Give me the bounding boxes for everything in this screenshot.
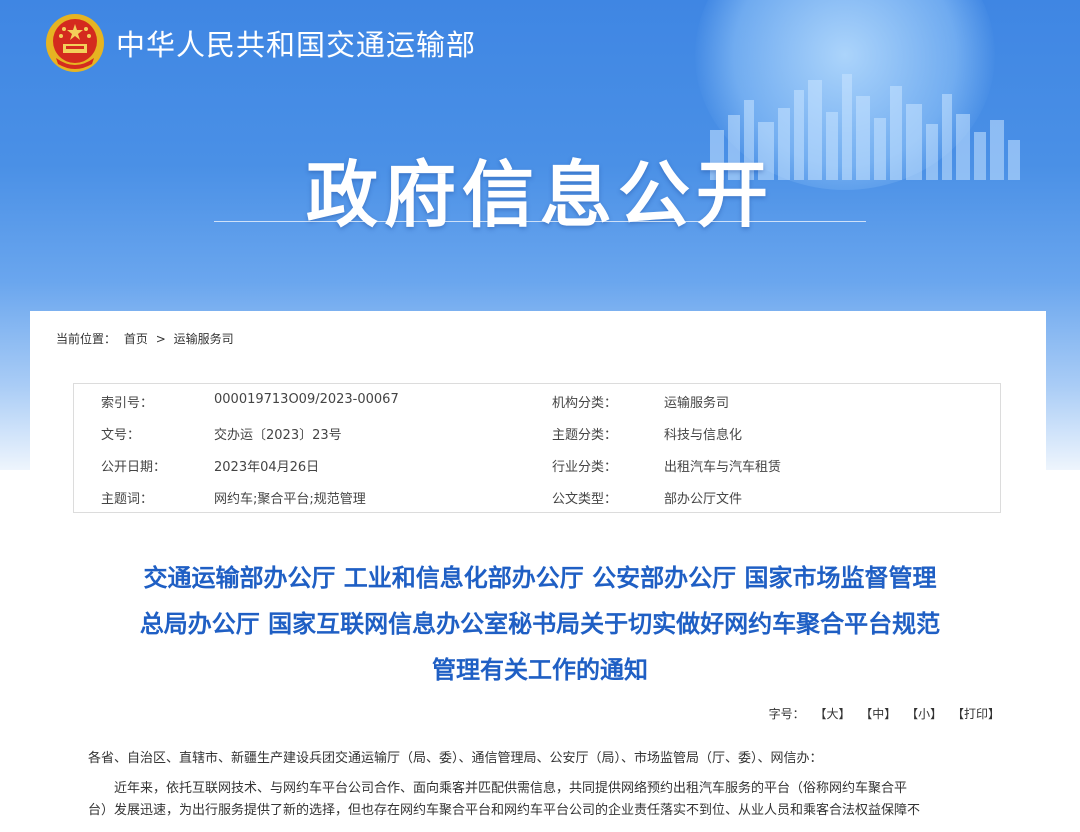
font-size-large-button[interactable]: 【大】 [814, 707, 850, 721]
info-key: 公文类型： [552, 492, 618, 507]
document-title-line: 管理有关工作的通知 [432, 656, 648, 684]
breadcrumb-separator: > [155, 332, 166, 346]
font-size-controls: 字号： 【大】 【中】 【小】 【打印】 [769, 705, 1000, 722]
print-button[interactable]: 【打印】 [952, 707, 1000, 721]
font-size-small-button[interactable]: 【小】 [906, 707, 942, 721]
national-emblem-icon [46, 14, 104, 72]
breadcrumb-home-link[interactable]: 首页 [124, 332, 148, 346]
document-title: 交通运输部办公厅 工业和信息化部办公厅 公安部办公厅 国家市场监督管理 总局办公… [60, 555, 1020, 693]
info-key: 主题分类： [552, 428, 618, 443]
document-title-line: 总局办公厅 国家互联网信息办公室秘书局关于切实做好网约车聚合平台规范 [139, 610, 941, 638]
body-paragraph-line: 台）发展迅速，为出行服务提供了新的选择，但也存在网约车聚合平台和网约车平台公司的… [88, 803, 921, 818]
document-body: 各省、自治区、直辖市、新疆生产建设兵团交通运输厅（局、委）、通信管理局、公安厅（… [88, 748, 1008, 822]
info-key: 文号： [101, 428, 141, 443]
info-value: 交办运〔2023〕23号 [214, 428, 342, 443]
banner-title: 政府信息公开 [305, 153, 774, 237]
breadcrumb: 当前位置： 首页 > 运输服务司 [56, 330, 238, 347]
info-value: 出租汽车与汽车租赁 [664, 460, 782, 475]
breadcrumb-label: 当前位置： [56, 332, 117, 346]
info-value: 000019713O09/2023-00067 [214, 392, 399, 407]
info-key: 公开日期： [101, 460, 167, 475]
info-key: 行业分类： [552, 460, 618, 475]
site-logo[interactable]: 中华人民共和国交通运输部 [44, 12, 476, 74]
info-value: 运输服务司 [664, 396, 730, 411]
recipients-line: 各省、自治区、直辖市、新疆生产建设兵团交通运输厅（局、委）、通信管理局、公安厅（… [88, 751, 823, 766]
info-row: 索引号： 000019713O09/2023-00067 机构分类： 运输服务司 [74, 384, 1000, 416]
document-info-table: 索引号： 000019713O09/2023-00067 机构分类： 运输服务司… [73, 383, 1001, 513]
info-key: 机构分类： [552, 396, 618, 411]
info-row: 主题词： 网约车;聚合平台;规范管理 公文类型： 部办公厅文件 [74, 480, 1000, 512]
info-row: 公开日期： 2023年04月26日 行业分类： 出租汽车与汽车租赁 [74, 448, 1000, 480]
document-title-line: 交通运输部办公厅 工业和信息化部办公厅 公安部办公厅 国家市场监督管理 [143, 564, 937, 592]
info-value: 网约车;聚合平台;规范管理 [214, 492, 366, 507]
banner-divider [214, 221, 866, 222]
info-value: 科技与信息化 [664, 428, 743, 443]
info-key: 主题词： [101, 492, 154, 507]
ministry-name: 中华人民共和国交通运输部 [116, 28, 477, 62]
body-paragraph-line: 近年来，依托互联网技术、与网约车平台公司合作、面向乘客并匹配供需信息，共同提供网… [114, 781, 908, 796]
info-value: 2023年04月26日 [214, 460, 320, 475]
font-size-label: 字号： [768, 707, 805, 721]
info-row: 文号： 交办运〔2023〕23号 主题分类： 科技与信息化 [74, 416, 1000, 448]
info-key: 索引号： [101, 396, 154, 411]
breadcrumb-current-link[interactable]: 运输服务司 [174, 332, 234, 346]
info-value: 部办公厅文件 [664, 492, 743, 507]
font-size-medium-button[interactable]: 【中】 [860, 707, 896, 721]
